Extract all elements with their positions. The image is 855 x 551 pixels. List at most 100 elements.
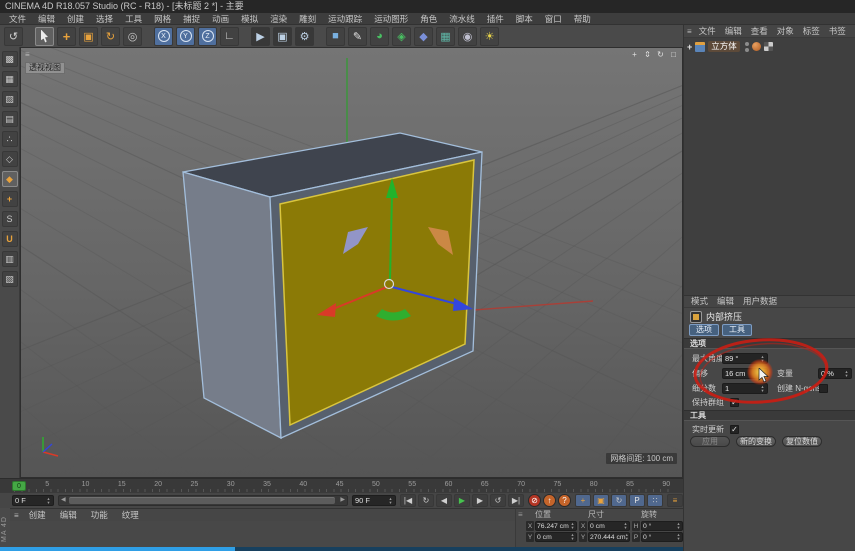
object-menu-item-4[interactable]: 对象 (773, 25, 798, 38)
menu-item-5[interactable]: 工具 (120, 13, 147, 25)
menu-item-2[interactable]: 编辑 (33, 13, 60, 25)
menu-item-4[interactable]: 选择 (91, 13, 118, 25)
scrollbar-handle[interactable] (69, 497, 335, 504)
coord-field-Y[interactable]: 270.444 cm▴▾ (588, 532, 630, 542)
mograph-button[interactable]: ◈ (392, 27, 411, 46)
spinner-icon[interactable]: ▴▾ (760, 385, 765, 393)
camera-button[interactable]: ◉ (458, 27, 477, 46)
max-angle-field[interactable]: 89 ° ▴▾ (722, 353, 768, 364)
object-menu-item-3[interactable]: 查看 (747, 25, 772, 38)
last-tool[interactable]: ◎ (123, 27, 142, 46)
keyframe-selection-button[interactable]: ? (558, 494, 571, 507)
viewport-solo-button[interactable]: S (2, 211, 18, 227)
menu-item-7[interactable]: 捕捉 (178, 13, 205, 25)
object-menu-item-2[interactable]: 编辑 (721, 25, 746, 38)
play-loop-button[interactable]: ↺ (490, 494, 506, 507)
variance-field[interactable]: 0 % ▴▾ (818, 368, 852, 379)
cube-object-icon[interactable] (695, 42, 705, 52)
timeline-scrollbar[interactable]: ◀ ▶ (58, 495, 348, 506)
menu-item-11[interactable]: 雕刻 (294, 13, 321, 25)
make-editable-button[interactable]: ▩ (2, 51, 18, 67)
subdivision-surface-button[interactable]: ◕ (370, 27, 389, 46)
record-rotation-button[interactable]: ↻ (611, 494, 627, 507)
scale-tool[interactable]: ▣ (79, 27, 98, 46)
timeline-ruler[interactable]: 51015202530354045505560657075808590 0 (0, 478, 683, 492)
viewport[interactable]: ≡ 透视视图 +⇕↻□ 网格间距: 100 cm (20, 47, 683, 478)
record-position-button[interactable]: + (575, 494, 591, 507)
material-menu-item-1[interactable]: 创建 (23, 509, 52, 521)
subdivision-field[interactable]: 1 ▴▾ (722, 383, 768, 394)
menu-item-17[interactable]: 脚本 (511, 13, 538, 25)
menu-item-1[interactable]: 文件 (4, 13, 31, 25)
coordinate-system-button[interactable]: ∟ (220, 27, 239, 46)
rotate-tool[interactable]: ↻ (101, 27, 120, 46)
move-tool[interactable]: + (57, 27, 76, 46)
spinner-icon[interactable]: ▴▾ (676, 522, 681, 530)
preserve-groups-checkbox[interactable]: ✓ (730, 398, 739, 407)
material-menu-item-2[interactable]: 编辑 (54, 509, 83, 521)
menu-item-6[interactable]: 网格 (149, 13, 176, 25)
coords-panel-icon[interactable]: ≡ (518, 510, 523, 519)
edge-mode-button[interactable]: ◇ (2, 151, 18, 167)
object-menu-item-6[interactable]: 书签 (825, 25, 850, 38)
spinner-icon[interactable]: ▴▾ (844, 370, 849, 378)
timeline-playhead[interactable]: 0 (12, 481, 26, 491)
object-row[interactable]: + 立方体 (684, 40, 855, 53)
spinner-icon[interactable]: ▴▾ (760, 355, 765, 363)
workplane-button[interactable]: ▥ (2, 251, 18, 267)
attribute-tab-2[interactable]: 工具 (722, 324, 752, 336)
menu-item-16[interactable]: 插件 (482, 13, 509, 25)
light-button[interactable]: ☀ (480, 27, 499, 46)
play-button[interactable]: ▶ (454, 494, 470, 507)
object-menu-item-1[interactable]: 文件 (695, 25, 720, 38)
enable-axis-button[interactable]: + (2, 191, 18, 207)
maximize-view-button[interactable]: □ (668, 49, 679, 60)
record-keyframe-button[interactable]: ⊘ (528, 494, 541, 507)
previous-frame-button[interactable]: ◀ (436, 494, 452, 507)
lock-workplane-button[interactable]: ▧ (2, 271, 18, 287)
object-menu-item-5[interactable]: 标签 (799, 25, 824, 38)
menu-item-14[interactable]: 角色 (415, 13, 442, 25)
menu-item-12[interactable]: 运动跟踪 (323, 13, 367, 25)
autokeying-button[interactable]: ↑ (543, 494, 556, 507)
realtime-update-checkbox[interactable]: ✓ (730, 425, 739, 434)
live-selection-tool[interactable] (35, 27, 54, 46)
record-scale-button[interactable]: ▣ (593, 494, 609, 507)
scrollbar-right-icon[interactable]: ▶ (340, 496, 345, 505)
coord-field-X[interactable]: 76.247 cm▴▾ (535, 521, 577, 531)
coord-field-P[interactable]: 0 °▴▾ (641, 532, 683, 542)
next-frame-button[interactable]: ▶ (472, 494, 488, 507)
attribute-menu-item-3[interactable]: 用户数据 (739, 295, 781, 308)
spinner-icon[interactable]: ▴▾ (623, 522, 628, 530)
object-manager[interactable]: + 立方体 (684, 38, 855, 295)
visibility-dots[interactable] (745, 42, 749, 52)
menu-item-10[interactable]: 渲染 (265, 13, 292, 25)
offset-field[interactable]: 16 cm ▴▾ (722, 368, 768, 379)
render-settings-button[interactable]: ⚙ (295, 27, 314, 46)
options-section-header[interactable]: 选项 (684, 338, 855, 349)
selected-polygon[interactable] (280, 160, 474, 425)
apply-button[interactable]: 应用 (690, 436, 730, 447)
zoom-view-button[interactable]: ⇕ (642, 49, 653, 60)
goto-start-button[interactable]: |◀ (400, 494, 416, 507)
timeline-marker-button[interactable]: ≡ (667, 494, 683, 507)
coord-field-H[interactable]: 0 °▴▾ (641, 521, 683, 531)
environment-button[interactable]: ▦ (436, 27, 455, 46)
material-menu-item-3[interactable]: 功能 (85, 509, 114, 521)
cube-left-face[interactable] (183, 172, 281, 438)
goto-end-button[interactable]: ▶| (508, 494, 524, 507)
spinner-icon[interactable]: ▴▾ (760, 370, 765, 378)
menu-item-9[interactable]: 模拟 (236, 13, 263, 25)
spinner-icon[interactable]: ▴▾ (388, 497, 393, 505)
lock-y-axis-button[interactable]: Y (176, 27, 195, 46)
menu-item-18[interactable]: 窗口 (540, 13, 567, 25)
model-mode-button[interactable]: ▦ (2, 71, 18, 87)
render-view-button[interactable]: ▶ (251, 27, 270, 46)
snap-button[interactable]: U (2, 231, 18, 247)
point-mode-button[interactable]: ∴ (2, 131, 18, 147)
attribute-tab-1[interactable]: 选项 (689, 324, 719, 336)
scrollbar-left-icon[interactable]: ◀ (61, 496, 66, 505)
attribute-menu-item-1[interactable]: 模式 (687, 295, 712, 308)
viewport-panel-icon[interactable]: ≡ (25, 50, 32, 59)
menu-item-19[interactable]: 帮助 (569, 13, 596, 25)
